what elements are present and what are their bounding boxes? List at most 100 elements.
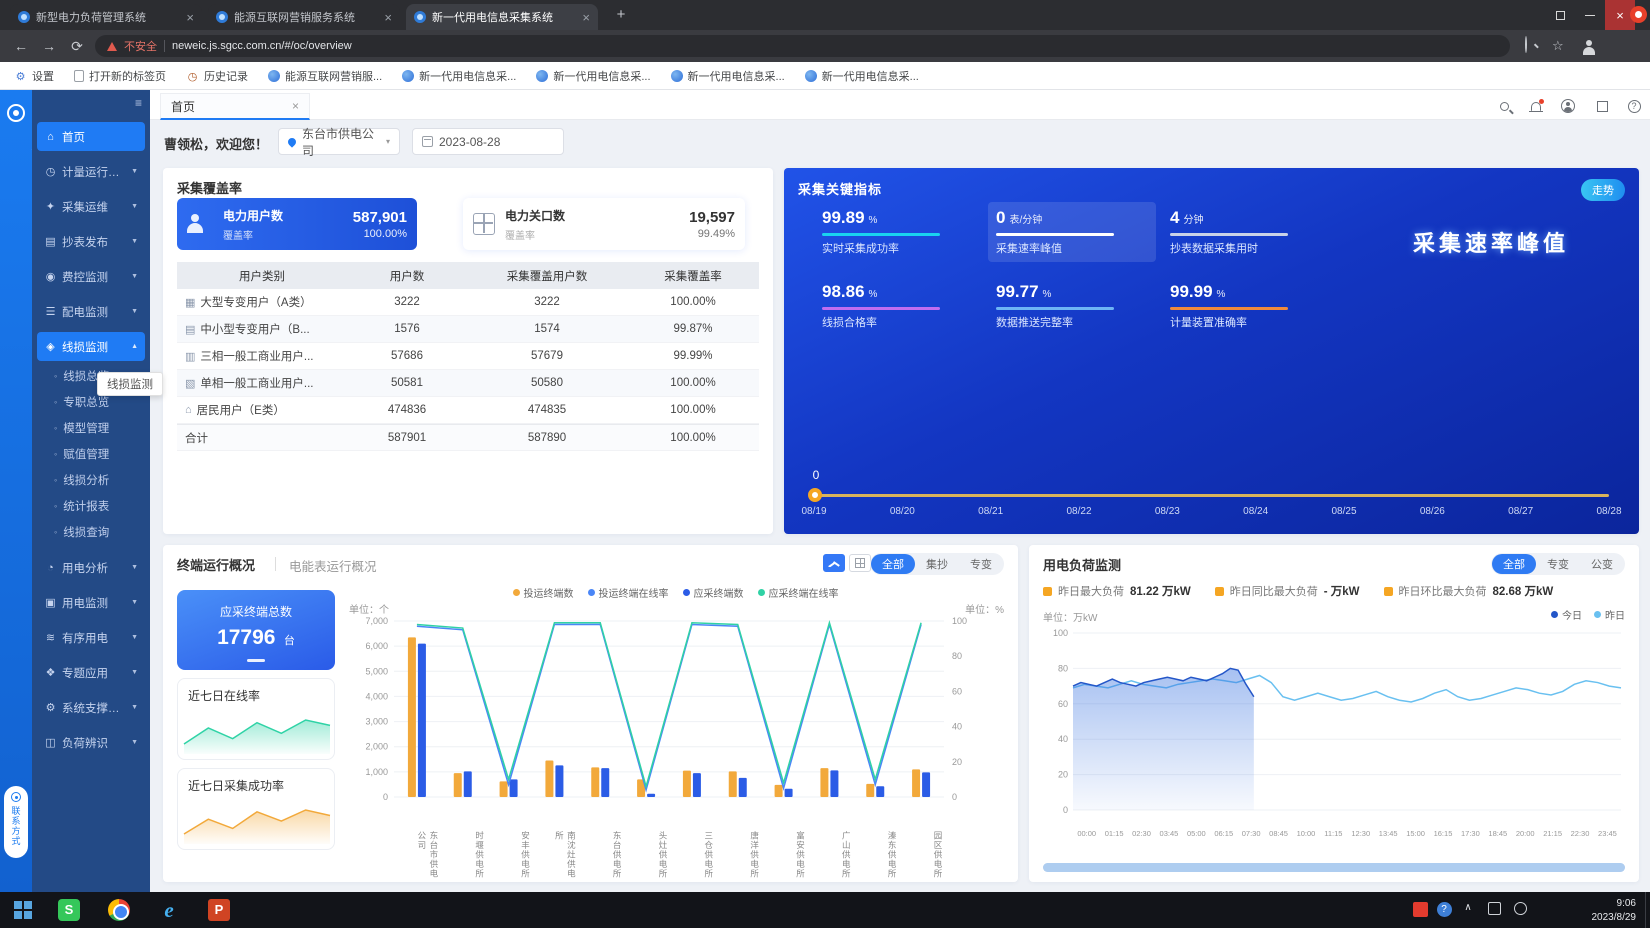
sidebar-subitem[interactable]: ◦线损分析 bbox=[32, 467, 150, 493]
page-tab-close-icon[interactable]: × bbox=[292, 99, 299, 113]
bookmark-item[interactable]: 历史记录 bbox=[186, 68, 248, 84]
left-tick-label: 3,000 bbox=[365, 717, 388, 727]
stat-square-icon bbox=[1215, 587, 1224, 596]
load-segment[interactable]: 专变 bbox=[1536, 554, 1580, 574]
new-tab-button[interactable] bbox=[612, 6, 630, 24]
legend-item[interactable]: 投运终端在线率 bbox=[588, 585, 669, 600]
help-icon[interactable] bbox=[1626, 98, 1642, 114]
org-select[interactable]: 东台市供电公司 bbox=[278, 128, 400, 155]
table-cell: 587901 bbox=[347, 432, 467, 444]
sidebar-item[interactable]: ◷计量运行监测▼ bbox=[37, 157, 145, 186]
trend-button[interactable]: 走势 bbox=[1581, 179, 1625, 201]
legend-item[interactable]: 投运终端数 bbox=[513, 585, 574, 600]
sidebar-subitem[interactable]: ◦线损查询 bbox=[32, 519, 150, 545]
sidebar-item[interactable]: ☰配电监测▼ bbox=[37, 297, 145, 326]
tray-help-icon[interactable] bbox=[1434, 902, 1454, 917]
back-icon[interactable]: ← bbox=[12, 38, 30, 54]
taskbar-clock[interactable]: 9:06 2023/8/29 bbox=[1592, 897, 1637, 924]
terminal-segment[interactable]: 专变 bbox=[959, 554, 1003, 574]
bookmark-item[interactable]: 设置 bbox=[14, 68, 54, 84]
sidebar-item[interactable]: ◉费控监测▼ bbox=[37, 262, 145, 291]
power-gates-card[interactable]: 电力关口数 覆盖率 19,597 99.49% bbox=[463, 198, 745, 250]
sidebar-subitem[interactable]: ◦模型管理 bbox=[32, 415, 150, 441]
tab-terminal-overview[interactable]: 终端运行概况 bbox=[177, 555, 255, 574]
date-input[interactable]: 2023-08-28 bbox=[412, 128, 564, 155]
bookmark-item[interactable]: 新一代用电信息采... bbox=[671, 68, 785, 84]
sidebar-item[interactable]: ◫负荷辨识▼ bbox=[37, 728, 145, 757]
browser-tab[interactable]: 新型电力负荷管理系统× bbox=[10, 4, 202, 30]
bookmark-item[interactable]: 打开新的标签页 bbox=[74, 68, 166, 84]
tab-close-icon[interactable]: × bbox=[384, 10, 392, 25]
table-view-toggle[interactable] bbox=[849, 554, 871, 572]
fullscreen-icon[interactable] bbox=[1594, 98, 1610, 114]
carousel-indicator[interactable] bbox=[247, 659, 265, 662]
sidebar-item[interactable]: ◈线损监测▲ bbox=[37, 332, 145, 361]
load-segment[interactable]: 全部 bbox=[1492, 554, 1536, 574]
start-button[interactable] bbox=[12, 899, 34, 921]
chart-view-toggle[interactable] bbox=[823, 554, 845, 572]
tab-close-icon[interactable]: × bbox=[186, 10, 194, 25]
load-segment[interactable]: 公变 bbox=[1580, 554, 1624, 574]
red-badge-icon bbox=[1413, 902, 1428, 917]
contact-badge[interactable]: 联系方式 bbox=[4, 786, 28, 858]
sidebar-item[interactable]: ✦采集运维▼ bbox=[37, 192, 145, 221]
sidebar-item[interactable]: ≋有序用电▼ bbox=[37, 623, 145, 652]
taskbar-powerpoint[interactable] bbox=[208, 899, 230, 921]
window-restore-button[interactable] bbox=[1545, 0, 1575, 30]
table-row[interactable]: ⌂居民用户（E类）474836474835100.00% bbox=[177, 397, 759, 424]
browser-tab[interactable]: 能源互联网营销服务系统× bbox=[208, 4, 400, 30]
legend-item[interactable]: 今日 bbox=[1551, 607, 1582, 622]
bookmark-item[interactable]: 能源互联网营销服... bbox=[268, 68, 382, 84]
sidebar-subitem[interactable]: ◦统计报表 bbox=[32, 493, 150, 519]
table-row[interactable]: ▤中小型专变用户（B...1576157499.87% bbox=[177, 316, 759, 343]
taskbar-ie[interactable] bbox=[158, 899, 180, 921]
zoom-search-icon[interactable] bbox=[1525, 37, 1527, 52]
browser-assistant-badge-icon[interactable] bbox=[1630, 6, 1647, 23]
bookmark-star-icon[interactable]: ☆ bbox=[1552, 38, 1564, 54]
sidebar-item[interactable]: ❖专题应用▼ bbox=[37, 658, 145, 687]
forward-icon[interactable]: → bbox=[40, 38, 58, 54]
user-avatar[interactable] bbox=[1560, 98, 1576, 114]
sidebar-collapse-icon[interactable] bbox=[135, 96, 142, 110]
legend-item[interactable]: 应采终端在线率 bbox=[758, 585, 839, 600]
sidebar-item[interactable]: ◔用电分析▼ bbox=[37, 553, 145, 582]
legend-item[interactable]: 昨日 bbox=[1594, 607, 1625, 622]
tray-app-icon[interactable] bbox=[1410, 902, 1430, 917]
browser-tab[interactable]: 新一代用电信息采集系统× bbox=[406, 4, 598, 30]
tray-input-indicator[interactable] bbox=[1484, 902, 1504, 915]
tray-volume[interactable] bbox=[1510, 902, 1530, 915]
taskbar-app-green[interactable] bbox=[58, 899, 80, 921]
show-desktop-button[interactable] bbox=[1645, 892, 1650, 928]
sidebar-item[interactable]: ⌂首页 bbox=[37, 122, 145, 151]
notification-bell-icon[interactable] bbox=[1528, 98, 1544, 114]
sidebar-item[interactable]: ⚙系统支撑功能▼ bbox=[37, 693, 145, 722]
terminal-segment[interactable]: 集抄 bbox=[915, 554, 959, 574]
timeline-track[interactable] bbox=[814, 494, 1609, 497]
power-users-card[interactable]: 电力用户数 覆盖率 587,901 100.00% bbox=[177, 198, 417, 250]
sidebar-item[interactable]: ▤抄表发布▼ bbox=[37, 227, 145, 256]
datazoom-slider[interactable] bbox=[1043, 863, 1625, 872]
page-tab-home[interactable]: 首页 × bbox=[160, 93, 310, 120]
bookmark-item[interactable]: 新一代用电信息采... bbox=[805, 68, 919, 84]
collect-success-card[interactable]: 近七日采集成功率 bbox=[177, 768, 335, 850]
terminal-segment[interactable]: 全部 bbox=[871, 554, 915, 574]
table-row[interactable]: ▦大型专变用户（A类）32223222100.00% bbox=[177, 289, 759, 316]
terminal-total-card[interactable]: 应采终端总数 17796 台 bbox=[177, 590, 335, 670]
url-field[interactable]: 不安全 neweic.js.sgcc.com.cn/#/oc/overview bbox=[95, 35, 1510, 57]
refresh-icon[interactable]: ⟳ bbox=[68, 38, 86, 55]
tab-meter-overview[interactable]: 电能表运行概况 bbox=[289, 556, 377, 575]
sidebar-item[interactable]: ▣用电监测▼ bbox=[37, 588, 145, 617]
legend-item[interactable]: 应采终端数 bbox=[683, 585, 744, 600]
search-icon[interactable] bbox=[1496, 98, 1512, 114]
tray-overflow-chevron[interactable] bbox=[1458, 902, 1478, 913]
table-row[interactable]: ▧单相一般工商业用户...5058150580100.00% bbox=[177, 370, 759, 397]
tab-close-icon[interactable]: × bbox=[582, 10, 590, 25]
window-minimize-button[interactable] bbox=[1575, 0, 1605, 30]
table-row[interactable]: ▥三相一般工商业用户...576865767999.99% bbox=[177, 343, 759, 370]
sidebar-subitem[interactable]: ◦赋值管理 bbox=[32, 441, 150, 467]
bookmark-item[interactable]: 新一代用电信息采... bbox=[536, 68, 650, 84]
bookmark-item[interactable]: 新一代用电信息采... bbox=[402, 68, 516, 84]
online-rate-card[interactable]: 近七日在线率 bbox=[177, 678, 335, 760]
taskbar-chrome[interactable] bbox=[108, 899, 130, 921]
timeline-handle[interactable] bbox=[808, 488, 822, 502]
